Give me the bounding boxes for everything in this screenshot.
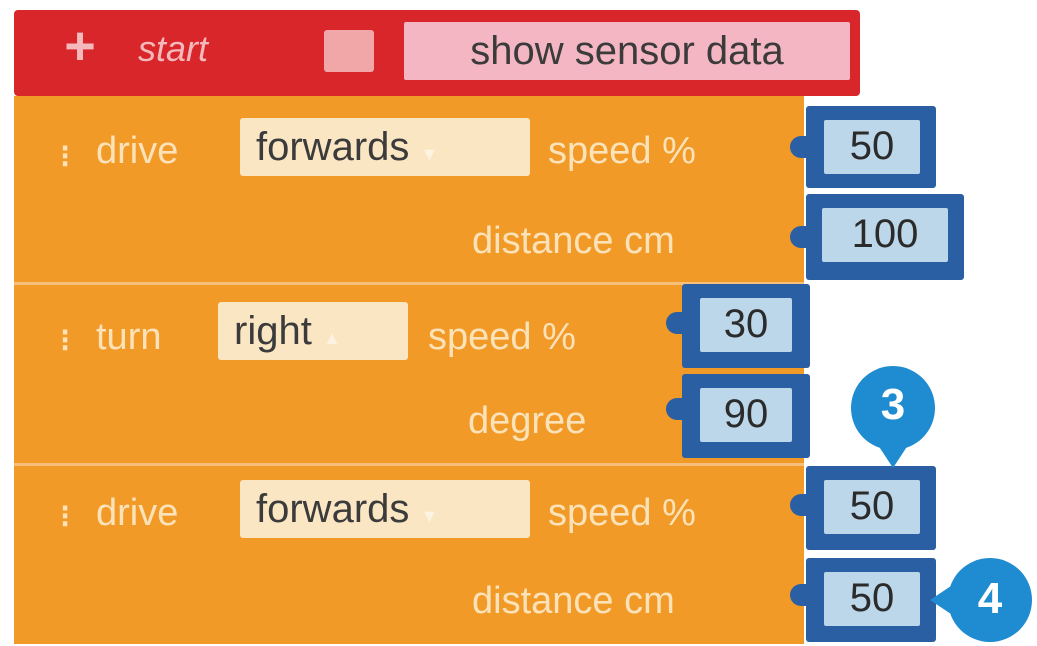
callout-number: 3 [880,380,906,429]
speed-value[interactable]: 50 [824,480,920,534]
degree-value[interactable]: 90 [700,388,792,442]
speed-label: speed % [428,316,576,358]
sensor-data-label: show sensor data [404,22,850,80]
drag-grip-icon[interactable]: ⁝ [60,324,70,356]
direction-value: forwards [256,487,410,531]
dropdown-caret-icon: ▼ [420,506,439,526]
direction-dropdown[interactable]: right ▲ [218,302,408,360]
direction-dropdown[interactable]: forwards ▼ [240,480,530,538]
direction-value: forwards [256,125,410,169]
start-label: start [138,28,209,69]
speed-label: speed % [548,130,696,172]
turn-keyword: turn [96,316,162,358]
distance-value[interactable]: 50 [824,572,920,626]
drag-grip-icon[interactable]: ⁝ [60,140,70,172]
distance-label: distance cm [472,220,675,262]
speed-value[interactable]: 50 [824,120,920,174]
direction-value: right [234,309,312,353]
direction-dropdown[interactable]: forwards ▼ [240,118,530,176]
speed-value[interactable]: 30 [700,298,792,352]
drive-keyword: drive [96,130,179,172]
plus-icon[interactable]: + [52,19,108,76]
speed-label: speed % [548,492,696,534]
callout-number: 4 [977,574,1003,623]
degree-label: degree [468,400,587,442]
sensor-data-checkbox[interactable] [324,30,374,72]
distance-label: distance cm [472,580,675,622]
drive-keyword: drive [96,492,179,534]
drag-grip-icon[interactable]: ⁝ [60,500,70,532]
distance-value[interactable]: 100 [822,208,948,262]
callout-3: 3 [846,364,940,474]
dropdown-caret-icon: ▼ [420,144,439,164]
callout-4: 4 [930,556,1034,646]
dropdown-caret-icon: ▲ [322,328,341,348]
